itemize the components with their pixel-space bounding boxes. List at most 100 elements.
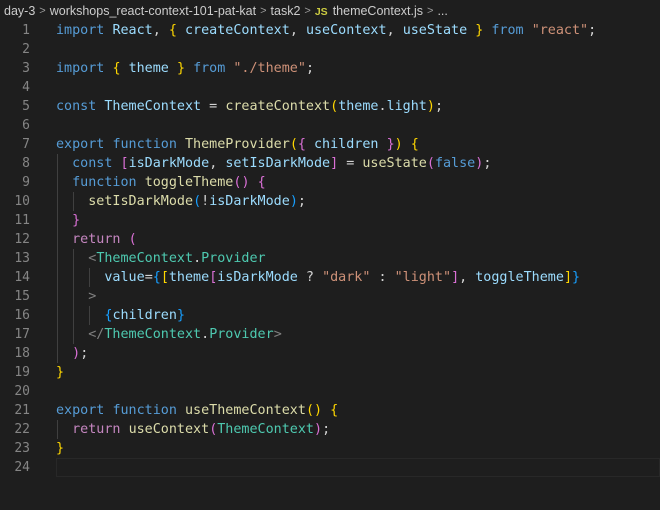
breadcrumb: day-3 > workshops_react-context-101-pat-ka…: [0, 0, 660, 21]
code-line[interactable]: 17 </ThemeContext.Provider>: [0, 325, 660, 344]
code-token: export: [56, 137, 105, 152]
code-token: ): [72, 346, 81, 361]
code-token: (: [426, 156, 435, 171]
code-line[interactable]: 20: [0, 382, 660, 401]
breadcrumb-item-file[interactable]: JS themeContext.js: [315, 4, 423, 18]
breadcrumb-item-folder[interactable]: workshops_react-context-101-pat-kat: [50, 4, 256, 18]
code-text: <ThemeContext.Provider: [56, 249, 265, 268]
code-token: return: [72, 232, 121, 247]
code-line[interactable]: 24: [0, 458, 660, 477]
code-line[interactable]: 22 return useContext(ThemeContext);: [0, 420, 660, 439]
code-token: useState: [402, 23, 468, 38]
code-token: ;: [588, 23, 597, 38]
code-line[interactable]: 15 >: [0, 287, 660, 306]
code-line[interactable]: 7 export function ThemeProvider({ childre…: [0, 135, 660, 154]
code-line[interactable]: 14 value={[theme[isDarkMode ? "dark" : "…: [0, 268, 660, 287]
line-number: 15: [14, 289, 30, 304]
breadcrumb-item-folder[interactable]: day-3: [4, 4, 35, 18]
code-token: setIsDarkMode: [88, 194, 194, 209]
code-token: ): [314, 422, 323, 437]
code-line[interactable]: 4: [0, 78, 660, 97]
code-token: isDarkMode: [217, 270, 298, 285]
code-token: "light": [394, 270, 452, 285]
code-text: }: [56, 211, 80, 230]
code-token: ): [314, 403, 323, 418]
code-text: >: [56, 287, 96, 306]
code-line[interactable]: 16 {children}: [0, 306, 660, 325]
code-line[interactable]: 12 return (: [0, 230, 660, 249]
code-line[interactable]: 9 function toggleTheme() {: [0, 173, 660, 192]
code-token: ,: [459, 270, 476, 285]
line-number: 24: [14, 460, 30, 475]
current-line-highlight: [56, 458, 660, 477]
line-number: 20: [14, 384, 30, 399]
code-token: }: [72, 213, 81, 228]
code-line[interactable]: 5 const ThemeContext = createContext(them…: [0, 97, 660, 116]
code-line[interactable]: 21 export function useThemeContext() {: [0, 401, 660, 420]
code-line[interactable]: 1 import React, { createContext, useConte…: [0, 21, 660, 40]
code-text: value={[theme[isDarkMode ? "dark" : "lig…: [56, 268, 580, 287]
code-text: return (: [56, 230, 137, 249]
code-token: const: [72, 156, 113, 171]
breadcrumb-item-more[interactable]: ...: [437, 4, 447, 18]
code-text: const [isDarkMode, setIsDarkMode] = useS…: [56, 154, 491, 173]
code-token: }: [56, 365, 65, 380]
code-token: ]: [451, 270, 460, 285]
code-token: false: [434, 156, 476, 171]
code-token: >: [88, 289, 97, 304]
code-text: setIsDarkMode(!isDarkMode);: [56, 192, 306, 211]
line-number: 23: [14, 441, 30, 456]
code-token: :: [370, 270, 395, 285]
code-token: ?: [297, 270, 323, 285]
line-number: 1: [22, 23, 30, 38]
code-token: setIsDarkMode: [225, 156, 331, 171]
code-line[interactable]: 8 const [isDarkMode, setIsDarkMode] = us…: [0, 154, 660, 173]
code-token: }: [176, 308, 185, 323]
chevron-right-icon: >: [304, 4, 311, 17]
code-token: }: [386, 137, 395, 152]
code-text: );: [56, 344, 88, 363]
code-token: ): [289, 194, 298, 209]
code-token: return: [72, 422, 121, 437]
line-number: 17: [14, 327, 30, 342]
code-token: =: [338, 156, 363, 171]
code-token: ,: [152, 23, 169, 38]
code-editor[interactable]: 1 import React, { createContext, useConte…: [0, 21, 660, 477]
code-line[interactable]: 3 import { theme } from "./theme";: [0, 59, 660, 78]
code-line[interactable]: 2: [0, 40, 660, 59]
code-line[interactable]: 10 setIsDarkMode(!isDarkMode);: [0, 192, 660, 211]
code-token: >: [273, 327, 282, 342]
code-token: =: [144, 270, 153, 285]
code-token: import: [56, 23, 105, 38]
line-number: 2: [22, 42, 30, 57]
code-token: ): [426, 99, 435, 114]
code-token: ThemeContext: [104, 327, 202, 342]
code-token: theme: [168, 270, 210, 285]
line-number: 4: [22, 80, 30, 95]
code-token: export: [56, 403, 105, 418]
code-token: "react": [531, 23, 589, 38]
breadcrumb-item-folder[interactable]: task2: [271, 4, 301, 18]
code-token: {: [330, 403, 339, 418]
line-number: 6: [22, 118, 30, 133]
breadcrumb-label: task2: [270, 3, 301, 18]
code-text: return useContext(ThemeContext);: [56, 420, 330, 439]
code-line[interactable]: 23}: [0, 439, 660, 458]
code-line[interactable]: 18 );: [0, 344, 660, 363]
code-line[interactable]: 6: [0, 116, 660, 135]
code-line[interactable]: 19}: [0, 363, 660, 382]
line-number: 9: [22, 175, 30, 190]
code-line[interactable]: 13 <ThemeContext.Provider: [0, 249, 660, 268]
code-text: </ThemeContext.Provider>: [56, 325, 282, 344]
code-line[interactable]: 11 }: [0, 211, 660, 230]
code-token: ): [241, 175, 250, 190]
